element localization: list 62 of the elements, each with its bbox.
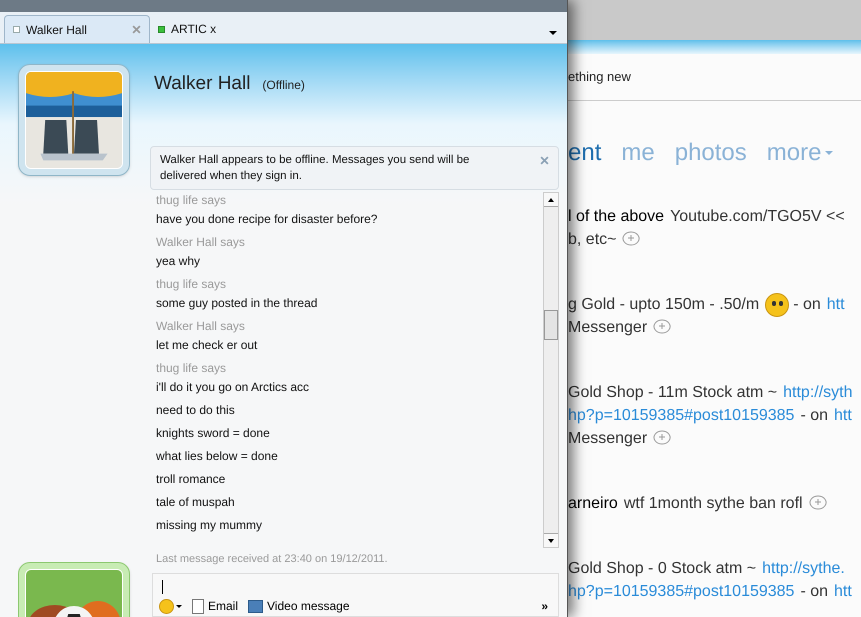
offline-notice: Walker Hall appears to be offline. Messages you send will be delivered when they sign in.: [150, 146, 559, 190]
close-icon[interactable]: [540, 156, 549, 165]
message-text: missing my mummy: [156, 517, 262, 534]
tab-list-icon[interactable]: [549, 31, 557, 35]
sender-label: Walker Hall says: [156, 318, 245, 334]
nav-link[interactable]: photos: [674, 135, 747, 171]
comment-icon[interactable]: [653, 430, 672, 447]
sender-label: Walker Hall says: [156, 234, 245, 250]
post-link[interactable]: hp?p=10159385#post10159385: [568, 580, 794, 604]
last-message-info: Last message received at 23:40 on 19/12/2011.: [155, 552, 388, 567]
message-text: need to do this: [156, 402, 235, 419]
message-text: what lies below = done: [156, 448, 278, 465]
post-link[interactable]: hp?p=10159385#post10159385: [568, 404, 794, 428]
sender-label: thug life says: [156, 192, 226, 208]
post-text: - on: [800, 406, 828, 426]
sender-label: thug life says: [156, 360, 226, 376]
message-text: troll romance: [156, 471, 226, 488]
post-link[interactable]: htt: [826, 292, 845, 316]
message-input[interactable]: Email Video message »: [152, 573, 559, 617]
message-text: have you done recipe for disaster before?: [156, 211, 378, 228]
message-text: tale of muspah: [156, 494, 235, 511]
post-text: b, etc~: [568, 230, 616, 250]
post-text: - on: [800, 582, 828, 602]
contact-status: (Offline): [262, 77, 305, 94]
post-text: Messenger: [568, 318, 648, 338]
post-link[interactable]: htt: [834, 404, 852, 428]
email-button[interactable]: Email: [192, 597, 238, 615]
nav-link[interactable]: more: [766, 135, 834, 171]
post-text: Messenger: [568, 428, 648, 448]
document-icon: [192, 598, 204, 614]
comment-icon[interactable]: [653, 319, 672, 336]
post-text: Youtube.com/TGO5V <<: [670, 206, 845, 226]
nav-link[interactable]: me: [621, 135, 655, 171]
sender-label: thug life says: [156, 276, 226, 292]
post-text: g Gold - upto 150m - .50/m: [568, 294, 760, 314]
more-button[interactable]: »: [541, 597, 548, 615]
conversation-tab[interactable]: ARTIC x: [150, 15, 296, 43]
status-prompt[interactable]: ething new: [568, 67, 631, 87]
post-text: wtf 1month sythe ban rofl: [624, 494, 803, 514]
close-icon[interactable]: [132, 25, 141, 34]
contact-name: Walker Hall: [154, 72, 250, 96]
post-text: Gold Shop - 11m Stock atm ~: [568, 382, 778, 402]
message-text: knights sword = done: [156, 425, 270, 442]
post-link[interactable]: http://syth: [783, 380, 853, 404]
post-link[interactable]: http://sythe.: [762, 556, 845, 580]
post-text: - on: [793, 294, 821, 314]
message-text: yea why: [156, 253, 200, 270]
scrollbar[interactable]: [543, 192, 559, 548]
message-text: i'll do it you go on Arctics acc: [156, 379, 310, 396]
caret-icon: [176, 604, 182, 608]
post-author: arneiro: [568, 494, 618, 514]
post-author: l of the above: [568, 206, 664, 226]
post-text: Gold Shop - 0 Stock atm ~: [568, 558, 756, 578]
nav-link[interactable]: ent: [568, 135, 602, 171]
message-text: some guy posted in the thread: [156, 295, 318, 312]
video-message-button[interactable]: Video message: [248, 597, 350, 615]
message-text: let me check er out: [156, 337, 258, 354]
comment-icon[interactable]: [808, 495, 827, 512]
post-link[interactable]: htt: [834, 580, 852, 604]
emoticon-button[interactable]: [159, 598, 182, 614]
comment-icon[interactable]: [622, 231, 640, 248]
conversation-tab[interactable]: Walker Hall: [4, 15, 150, 43]
